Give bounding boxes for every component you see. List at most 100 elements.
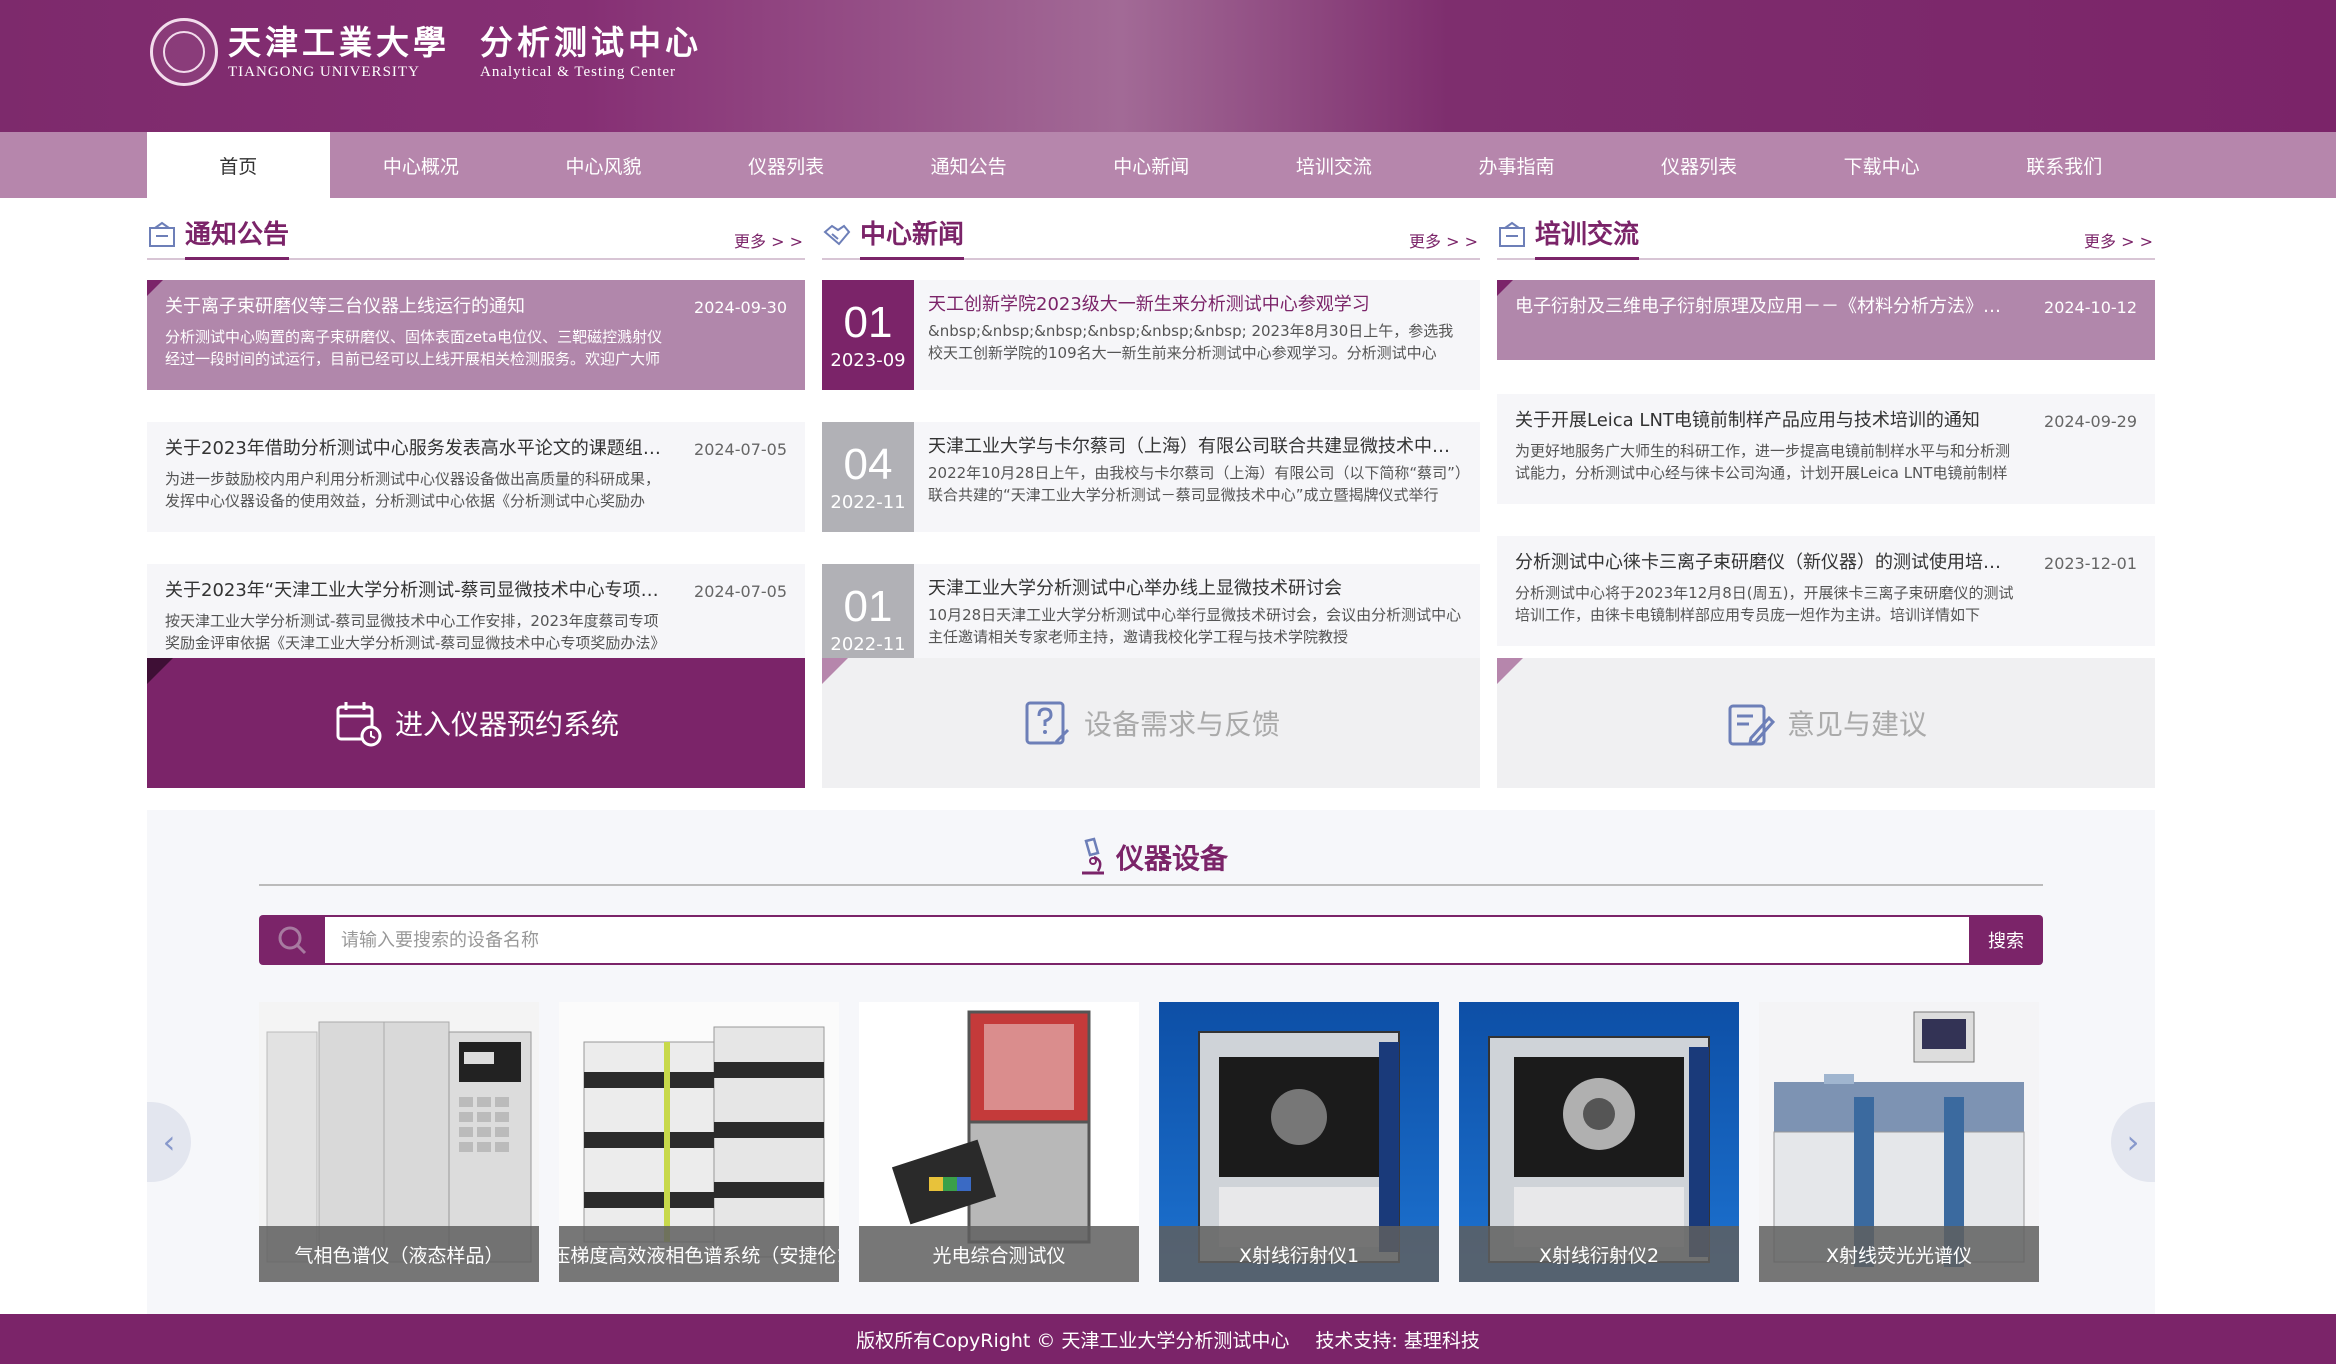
search-button[interactable]: 搜索 [1969,915,2043,965]
list-item[interactable]: 分析测试中心徕卡三离子束研磨仪（新仪器）的测试使用培训通知 2023-12-01… [1497,536,2155,646]
news-year-month: 2022-11 [830,634,906,655]
news-item-title[interactable]: 天津工业大学分析测试中心举办线上显微技术研讨会 [928,574,1466,604]
carousel-next-button[interactable]: › [2111,1102,2155,1182]
news-item-desc: 2022年10月28日上午，由我校与卡尔蔡司（上海）有限公司（以下简称“蔡司”）… [928,464,1463,504]
microscope-icon [1081,837,1104,875]
training-item-date: 2024-10-12 [2044,298,2137,317]
news-day: 04 [843,440,893,489]
nav-item-training[interactable]: 培训交流 [1243,132,1426,198]
training-item-date: 2024-09-29 [2044,412,2137,431]
edit-clipboard-icon [1728,704,1775,746]
copyright-text: 版权所有CopyRight © 天津工业大学分析测试中心 [856,1329,1290,1352]
news-year-month: 2022-11 [830,492,906,513]
notice-desc: 按天津工业大学分析测试-蔡司显微技术中心工作安排，2023年度蔡司专项奖励金评审… [165,612,665,652]
booking-system-label: 进入仪器预约系统 [394,708,619,741]
notices-more-link[interactable]: 更多 > > [734,228,803,252]
nav-item-gallery[interactable]: 中心风貌 [512,132,695,198]
search-input[interactable] [325,915,1969,965]
notice-board-icon [149,221,175,247]
notice-date: 2024-07-05 [694,440,787,459]
nav-item-overview[interactable]: 中心概况 [330,132,513,198]
training-item-desc: 分析测试中心将于2023年12月8日(周五)，开展徕卡三离子束研磨仪的测试培训工… [1515,584,2014,624]
notice-date: 2024-07-05 [694,582,787,601]
logo-center-cn: 分析测试中心 [480,23,702,62]
nav-item-news[interactable]: 中心新闻 [1060,132,1243,198]
notice-date: 2024-09-30 [694,298,787,317]
list-item[interactable]: 电子衍射及三维电子衍射原理及应用－－《材料分析方法》系列讲座 2024-10-1… [1497,280,2155,360]
nav-item-downloads[interactable]: 下载中心 [1790,132,1973,198]
equipment-name[interactable]: 二元高压梯度高效液相色谱系统（安捷伦1260） [559,1226,839,1282]
news-item-desc: &nbsp;&nbsp;&nbsp;&nbsp;&nbsp;&nbsp; 202… [928,322,1454,362]
training-title: 培训交流 [1535,214,1640,260]
equipment-section: 仪器设备 搜索 ‹ › 气相色谱仪（液态样品） [147,810,2155,1315]
nav-item-guide[interactable]: 办事指南 [1425,132,1608,198]
equipment-card[interactable]: X射线衍射仪1 [1159,1002,1439,1282]
tech-support-text: 技术支持: 基理科技 [1315,1329,1480,1352]
notice-title[interactable]: 关于离子束研磨仪等三台仪器上线运行的通知 [165,294,665,320]
equipment-name[interactable]: 光电综合测试仪 [859,1226,1139,1282]
logo-center-en: Analytical & Testing Center [480,64,677,80]
equipment-card[interactable]: 光电综合测试仪 [859,1002,1139,1282]
equipment-card[interactable]: 气相色谱仪（液态样品） [259,1002,539,1282]
training-item-desc: 为更好地服务广大师生的科研工作，进一步提高电镜前制样水平与和分析测试能力，分析测… [1515,442,2011,482]
site-logo[interactable]: 天津工業大學 TIANGONG UNIVERSITY 分析测试中心 Analyt… [150,18,702,86]
notice-title[interactable]: 关于2023年借助分析测试中心服务发表高水平论文的课题组奖励的通知 [165,436,665,462]
equipment-name[interactable]: 气相色谱仪（液态样品） [259,1226,539,1282]
calendar-clock-icon [336,702,382,747]
nav-item-instrument-list[interactable]: 仪器列表 [695,132,878,198]
search-icon [259,915,325,965]
equipment-card[interactable]: X射线荧光光谱仪 [1759,1002,2039,1282]
notices-section: 通知公告 更多 > > 关于离子束研磨仪等三台仪器上线运行的通知 2024-09… [147,214,805,674]
list-item[interactable]: 04 2022-11 天津工业大学与卡尔蔡司（上海）有限公司联合共建显微技术中心… [822,422,1480,532]
site-footer: 版权所有CopyRight © 天津工业大学分析测试中心 技术支持: 基理科技 [0,1314,2336,1364]
news-item-title[interactable]: 天津工业大学与卡尔蔡司（上海）有限公司联合共建显微技术中心揭牌 [928,432,1466,462]
handshake-icon [823,224,851,246]
suggestions-label: 意见与建议 [1786,708,1927,741]
training-item-title[interactable]: 电子衍射及三维电子衍射原理及应用－－《材料分析方法》系列讲座 [1515,294,2015,320]
list-item[interactable]: 关于离子束研磨仪等三台仪器上线运行的通知 2024-09-30 分析测试中心购置… [147,280,805,390]
news-more-link[interactable]: 更多 > > [1409,228,1478,252]
nav-item-contact[interactable]: 联系我们 [1973,132,2156,198]
feedback-label: 设备需求与反馈 [1083,708,1280,741]
list-item[interactable]: 关于2023年借助分析测试中心服务发表高水平论文的课题组奖励的通知 2024-0… [147,422,805,532]
list-item[interactable]: 关于开展Leica LNT电镜前制样产品应用与技术培训的通知 2024-09-2… [1497,394,2155,504]
university-seal-icon [150,18,218,86]
logo-university-en: TIANGONG UNIVERSITY [228,64,420,80]
suggestions-button[interactable]: 意见与建议 [1497,658,2155,788]
news-section: 中心新闻 更多 > > 01 2023-09 天工创新学院2023级大一新生来分… [822,214,1480,674]
equipment-name[interactable]: X射线衍射仪1 [1159,1226,1439,1282]
booking-system-button[interactable]: 进入仪器预约系统 [147,658,805,788]
equipment-search: 搜索 [259,915,2043,965]
news-item-desc: 10月28日天津工业大学分析测试中心举行显微技术研讨会，会议由分析测试中心主任邀… [928,606,1462,646]
nav-item-notices[interactable]: 通知公告 [877,132,1060,198]
equipment-carousel: 气相色谱仪（液态样品） 二元高压梯度高效液相色谱系统（安捷伦1260） [259,1002,2043,1282]
news-day: 01 [843,582,893,631]
equipment-name[interactable]: X射线荧光光谱仪 [1759,1226,2039,1282]
carousel-prev-button[interactable]: ‹ [147,1102,191,1182]
news-day: 01 [843,298,893,347]
news-item-title[interactable]: 天工创新学院2023级大一新生来分析测试中心参观学习 [928,290,1466,320]
nav-item-instrument-list-2[interactable]: 仪器列表 [1608,132,1791,198]
notice-desc: 为进一步鼓励校内用户利用分析测试中心仪器设备做出高质量的科研成果，发挥中心仪器设… [165,470,661,510]
training-more-link[interactable]: 更多 > > [2084,228,2153,252]
training-item-title[interactable]: 关于开展Leica LNT电镜前制样产品应用与技术培训的通知 [1515,408,2015,434]
nav-item-home[interactable]: 首页 [147,132,330,198]
training-section: 培训交流 更多 > > 电子衍射及三维电子衍射原理及应用－－《材料分析方法》系列… [1497,214,2155,646]
question-document-icon [1025,701,1070,745]
site-header: 天津工業大學 TIANGONG UNIVERSITY 分析测试中心 Analyt… [0,0,2336,132]
notice-title[interactable]: 关于2023年“天津工业大学分析测试-蔡司显微技术中心专项奖励”的通知 [165,578,665,604]
logo-university-cn: 天津工業大學 [228,23,450,62]
notice-desc: 分析测试中心购置的离子束研磨仪、固体表面zeta电位仪、三靶磁控溅射仪经过一段时… [165,328,663,368]
feedback-button[interactable]: 设备需求与反馈 [822,658,1480,788]
list-item[interactable]: 01 2023-09 天工创新学院2023级大一新生来分析测试中心参观学习 &n… [822,280,1480,390]
equipment-name[interactable]: X射线衍射仪2 [1459,1226,1739,1282]
training-item-title[interactable]: 分析测试中心徕卡三离子束研磨仪（新仪器）的测试使用培训通知 [1515,550,2015,576]
equipment-title: 仪器设备 [1115,842,1228,875]
equipment-card[interactable]: X射线衍射仪2 [1459,1002,1739,1282]
news-year-month: 2023-09 [830,350,906,371]
equipment-card[interactable]: 二元高压梯度高效液相色谱系统（安捷伦1260） [559,1002,839,1282]
notices-title: 通知公告 [185,214,290,260]
training-item-date: 2023-12-01 [2044,554,2137,573]
notice-board-icon [1499,221,1525,247]
news-title: 中心新闻 [860,214,965,260]
